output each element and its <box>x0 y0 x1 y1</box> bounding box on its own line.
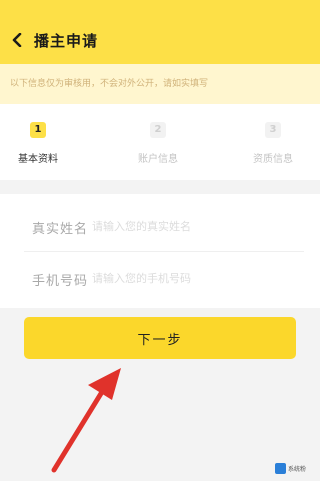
back-button[interactable] <box>8 28 26 52</box>
step-1-badge: 1 <box>30 122 46 138</box>
step-3-badge: 3 <box>265 122 281 138</box>
watermark-logo-icon <box>275 462 286 474</box>
name-input[interactable] <box>92 215 292 237</box>
watermark-text: 系统粉 <box>288 465 307 473</box>
step-3-label: 资质信息 <box>253 154 293 165</box>
step-1-label: 基本资料 <box>18 154 58 165</box>
chevron-left-icon <box>12 33 22 47</box>
application-form: 真实姓名 手机号码 <box>0 194 320 308</box>
app-header: 播主申请 <box>0 0 320 64</box>
name-field-label: 真实姓名 <box>32 222 89 237</box>
page-title: 播主申请 <box>34 32 99 50</box>
form-divider <box>24 251 304 252</box>
phone-input[interactable] <box>92 267 292 289</box>
step-2-badge: 2 <box>150 122 166 138</box>
notice-text: 以下信息仅为审核用，不会对外公开，请如实填写 <box>10 79 209 89</box>
watermark: 系统粉 <box>275 461 315 475</box>
step-2-label: 账户信息 <box>138 154 178 165</box>
step-indicator: 1 基本资料 2 账户信息 3 资质信息 <box>0 104 320 180</box>
next-step-button[interactable]: 下一步 <box>24 317 296 359</box>
phone-field-label: 手机号码 <box>32 274 89 289</box>
